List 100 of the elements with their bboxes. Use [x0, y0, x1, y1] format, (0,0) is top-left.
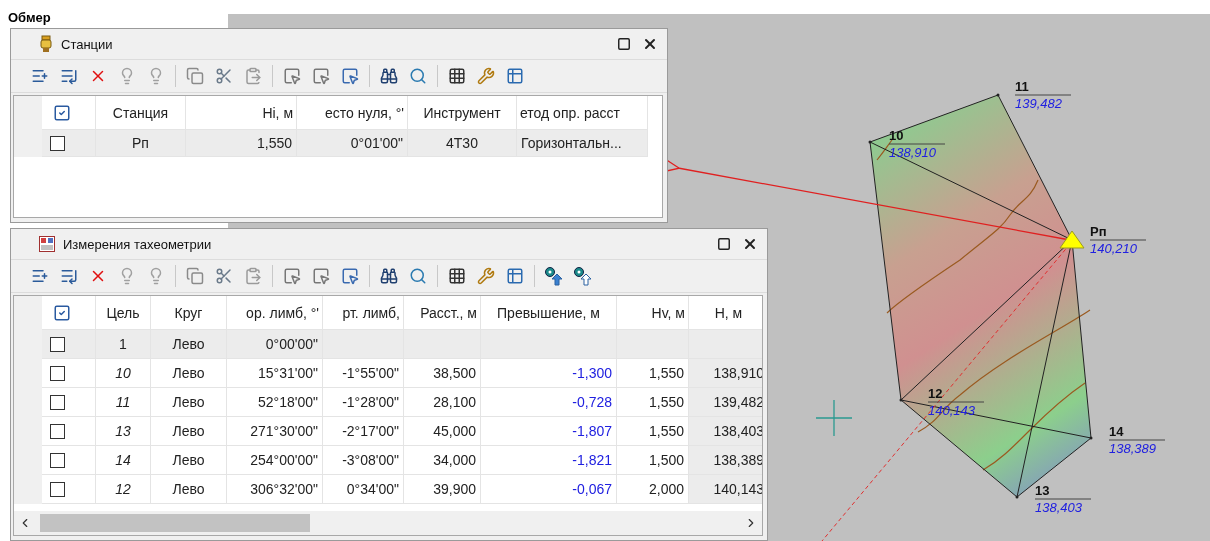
point-name: Рп [1090, 224, 1107, 239]
table-cell: 1,550 [617, 417, 689, 446]
table-cell: 4Т30 [408, 130, 517, 157]
table-cell: Лево [151, 330, 227, 359]
label-rule [927, 401, 985, 403]
table-cell: Лево [151, 359, 227, 388]
table-cell: Рп [96, 130, 186, 157]
point-elevation: 139,482 [1015, 96, 1062, 111]
table-cell: 2,000 [617, 475, 689, 504]
table-cell: 0°01'00" [297, 130, 408, 157]
page-title: Обмер [8, 10, 51, 25]
table-cell: -1°55'00" [323, 359, 404, 388]
column-header[interactable]: рт. лимб, [323, 296, 404, 330]
close-icon[interactable] [642, 36, 658, 52]
column-header[interactable]: Расст., м [404, 296, 481, 330]
point-marker[interactable] [1089, 436, 1093, 440]
point-marker[interactable] [1015, 495, 1019, 499]
point-elevation: 138,389 [1109, 441, 1156, 456]
label-rule [1108, 439, 1166, 441]
table-cell: -3°08'00" [323, 446, 404, 475]
row-checkbox[interactable] [50, 365, 65, 381]
table-cell: 0°34'00" [323, 475, 404, 504]
column-header[interactable]: есто нуля, °' [297, 96, 408, 130]
table-cell: 1,500 [617, 446, 689, 475]
scroll-thumb[interactable] [40, 514, 310, 532]
table-cell: 15°31'00" [227, 359, 323, 388]
label-rule [1034, 498, 1092, 500]
theodolite-icon [39, 35, 53, 53]
point-marker[interactable] [899, 398, 903, 402]
point-elevation: 138,403 [1035, 500, 1082, 515]
table-cell: 52°18'00" [227, 388, 323, 417]
column-header[interactable]: етод опр. расст [517, 96, 648, 130]
table-cell: -1,807 [481, 417, 617, 446]
table-cell: -0,728 [481, 388, 617, 417]
close-icon[interactable] [742, 236, 758, 252]
table-cell [617, 330, 689, 359]
row-checkbox[interactable] [50, 394, 65, 410]
table-cell: -1°28'00" [323, 388, 404, 417]
row-checkbox[interactable] [50, 423, 65, 439]
table-cell: 39,900 [404, 475, 481, 504]
column-header[interactable]: Hv, м [617, 296, 689, 330]
table-cell: 14 [96, 446, 151, 475]
table-cell: Лево [151, 475, 227, 504]
point-marker[interactable] [996, 93, 1000, 97]
crosshair-icon [815, 399, 853, 437]
table-cell: 0°00'00" [227, 330, 323, 359]
spreadsheet-icon [39, 236, 55, 252]
maximize-icon[interactable] [717, 237, 731, 251]
point-name: 11 [1015, 79, 1029, 94]
column-header[interactable]: Hi, м [186, 96, 297, 130]
column-header[interactable]: Станция [96, 96, 186, 130]
table-cell: -2°17'00" [323, 417, 404, 446]
table-cell: Лево [151, 446, 227, 475]
label-rule [1089, 239, 1147, 241]
panel-title: Измерения тахеометрии [63, 236, 213, 252]
table-cell: -0,067 [481, 475, 617, 504]
table-cell: 38,500 [404, 359, 481, 388]
maximize-icon[interactable] [617, 37, 631, 51]
table-cell: Лево [151, 388, 227, 417]
table-cell: 12 [96, 475, 151, 504]
table-cell: 13 [96, 417, 151, 446]
table-cell: 1,550 [617, 359, 689, 388]
point-name: 12 [928, 386, 943, 401]
table-cell: Лево [151, 417, 227, 446]
table-cell: 28,100 [404, 388, 481, 417]
point-name: 14 [1109, 424, 1124, 439]
point-name: 10 [889, 128, 904, 143]
table-cell: 10 [96, 359, 151, 388]
table-cell: -1,821 [481, 446, 617, 475]
table-cell: 1 [96, 330, 151, 359]
table-cell: 254°00'00" [227, 446, 323, 475]
table-cell: Горизонтальн... [517, 130, 648, 157]
table-cell: -1,300 [481, 359, 617, 388]
table-cell: 45,000 [404, 417, 481, 446]
point-name: 13 [1035, 483, 1050, 498]
table-cell: 34,000 [404, 446, 481, 475]
point-elevation: 138,910 [889, 145, 936, 160]
table-cell: 1,550 [617, 388, 689, 417]
label-rule [1014, 94, 1072, 96]
row-checkbox[interactable] [50, 452, 65, 468]
column-header[interactable]: Превышение, м [481, 296, 617, 330]
table-cell: 271°30'00" [227, 417, 323, 446]
table-cell: 11 [96, 388, 151, 417]
label-rule [888, 143, 946, 145]
table-cell: 306°32'00" [227, 475, 323, 504]
column-header[interactable]: Инструмент [408, 96, 517, 130]
table-cell: 1,550 [186, 130, 297, 157]
station-triangle-icon[interactable] [1059, 230, 1085, 249]
row-checkbox[interactable] [50, 481, 65, 497]
column-header[interactable]: Цель [96, 296, 151, 330]
row-checkbox[interactable] [50, 135, 65, 151]
column-header[interactable]: Круг [151, 296, 227, 330]
point-elevation: 140,210 [1090, 241, 1137, 256]
point-marker[interactable] [868, 140, 872, 144]
row-checkbox[interactable] [50, 336, 65, 352]
checkbox-pointer-icon[interactable] [52, 303, 71, 322]
panel-title: Станции [61, 36, 114, 52]
checkbox-pointer-icon[interactable] [52, 103, 71, 122]
column-header[interactable]: ор. лимб, °' [227, 296, 323, 330]
horizontal-scrollbar[interactable] [14, 511, 762, 535]
